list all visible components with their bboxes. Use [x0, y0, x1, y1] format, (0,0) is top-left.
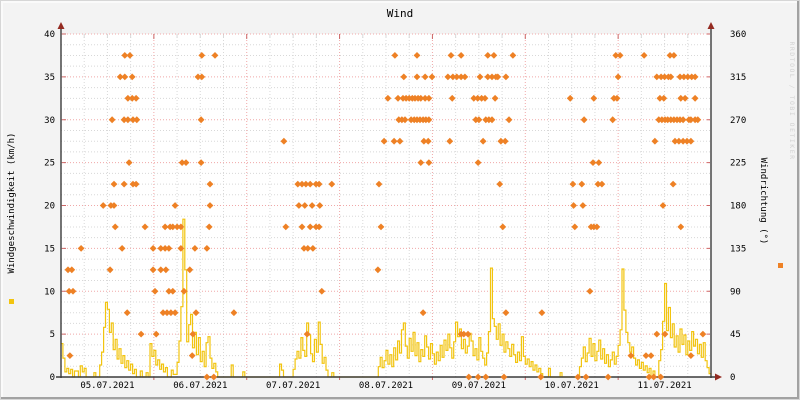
rrdtool-wind-graph: Wind Windgeschwindigkeit (km/h) Windrich…: [0, 0, 800, 400]
left-tick-label: 5: [50, 330, 55, 340]
right-axis-arrow-icon: [707, 22, 715, 29]
left-tick-label: 15: [44, 244, 55, 254]
right-tick-label: 180: [730, 202, 746, 212]
right-tick-label: 225: [730, 159, 746, 169]
right-tick-label: 360: [730, 30, 746, 40]
left-tick-label: 25: [44, 159, 55, 169]
right-tick-label: 315: [730, 73, 746, 83]
right-tick-label: 270: [730, 116, 746, 126]
left-tick-label: 40: [44, 30, 55, 40]
left-tick-label: 35: [44, 73, 55, 83]
date-label: 09.07.2021: [452, 381, 506, 391]
left-tick-label: 20: [44, 202, 55, 212]
x-axis-arrow-icon: [715, 373, 722, 381]
date-label: 11.07.2021: [637, 381, 691, 391]
right-tick-label: 45: [730, 330, 741, 340]
date-label: 08.07.2021: [359, 381, 413, 391]
wind-chart-canvas: 0 5 10 15 20 25 30 35 40 0 45 90 135 180 225 270 315 360 0…: [44, 22, 746, 391]
left-tick-label: 30: [44, 116, 55, 126]
left-axis-arrow-icon: [57, 22, 65, 29]
right-tick-label: 90: [730, 287, 741, 297]
right-tick-label: 135: [730, 244, 746, 254]
right-tick-label: 0: [730, 373, 735, 383]
date-label: 10.07.2021: [545, 381, 599, 391]
left-tick-label: 0: [50, 373, 55, 383]
left-tick-label: 10: [44, 287, 55, 297]
date-label: 07.07.2021: [266, 381, 320, 391]
date-label: 05.07.2021: [80, 381, 134, 391]
date-label: 06.07.2021: [173, 381, 227, 391]
